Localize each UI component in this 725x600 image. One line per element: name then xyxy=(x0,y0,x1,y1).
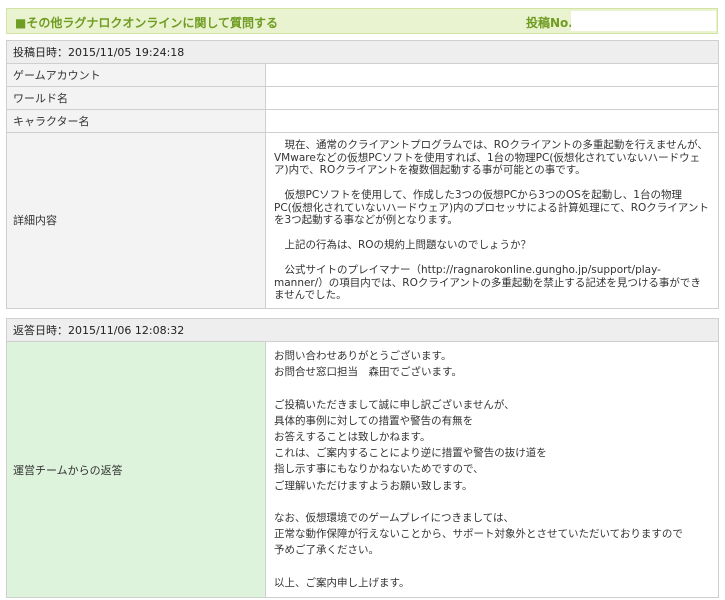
field-value-world xyxy=(265,86,719,110)
reply-date-row: 返答日時：2015/11/06 12:08:32 xyxy=(6,318,719,342)
reply-replied-at: 返答日時：2015/11/06 12:08:32 xyxy=(6,318,719,342)
reply-line: お答えすることは致しかねます。 xyxy=(274,431,431,443)
reply-line: なお、仮想環境でのゲームプレイにつきましては、 xyxy=(274,512,515,524)
detail-content: 現在、通常のクライアントプログラムでは、ROクライアントの多重起動を行えませんが… xyxy=(265,132,719,309)
field-label-account: ゲームアカウント xyxy=(6,63,266,87)
reply-label: 運営チームからの返答 xyxy=(6,341,266,598)
reply-line: ご理解いただけますようお願い致します。 xyxy=(274,479,473,492)
post-number-value xyxy=(571,11,716,31)
field-label-character: キャラクター名 xyxy=(6,109,266,133)
question-posted-at: 投稿日時：2015/11/05 19:24:18 xyxy=(6,40,719,64)
question-table: 投稿日時：2015/11/05 19:24:18 ゲームアカウント ワールド名 … xyxy=(6,40,719,309)
reply-line: 以上、ご案内申し上げます。 xyxy=(274,576,410,589)
post-number-label: 投稿No. xyxy=(526,16,573,30)
reply-line: 正常な動作保障が行えないことから、サポート対象外とさせていただいておりますので xyxy=(274,528,683,541)
reply-line: 指し示す事にもなりかねないためですので、 xyxy=(274,463,484,476)
section-header: ■その他ラグナロクオンラインに関して質問する 投稿No. xyxy=(6,8,718,34)
field-row-character: キャラクター名 xyxy=(6,109,719,133)
reply-row: 運営チームからの返答 お問い合わせありがとうございます。 お問合せ窓口担当 森田… xyxy=(6,341,719,598)
field-value-account xyxy=(265,63,719,87)
detail-paragraph: 公式サイトのプレイマナー（http://ragnarokonline.gungh… xyxy=(274,264,701,301)
reply-line: 予めご了承ください。 xyxy=(274,544,379,557)
field-row-account: ゲームアカウント xyxy=(6,63,719,87)
question-date-row: 投稿日時：2015/11/05 19:24:18 xyxy=(6,40,719,64)
reply-line: ご投稿いただきまして誠に申し訳ございませんが、 xyxy=(274,398,515,411)
section-title: ■その他ラグナロクオンラインに関して質問する xyxy=(15,16,278,30)
detail-row: 詳細内容 現在、通常のクライアントプログラムでは、ROクライアントの多重起動を行… xyxy=(6,132,719,309)
field-value-character xyxy=(265,109,719,133)
reply-line: これは、ご案内することにより逆に措置や警告の抜け道を xyxy=(274,447,547,460)
reply-line: お問い合わせありがとうございます。 xyxy=(274,350,452,362)
detail-label: 詳細内容 xyxy=(6,132,266,309)
detail-paragraph: 上記の行為は、ROの規約上問題ないのでしょうか？ xyxy=(274,239,532,251)
reply-line: 具体的事例に対しての措置や警告の有無を xyxy=(274,414,474,427)
reply-content: お問い合わせありがとうございます。 お問合せ窓口担当 森田でございます。 ご投稿… xyxy=(265,341,719,598)
reply-table: 返答日時：2015/11/06 12:08:32 運営チームからの返答 お問い合… xyxy=(6,318,719,598)
detail-paragraph: 仮想PCソフトを使用して、作成した3つの仮想PCから3つのOSを起動し、1台の物… xyxy=(274,189,709,226)
field-label-world: ワールド名 xyxy=(6,86,266,110)
field-row-world: ワールド名 xyxy=(6,86,719,110)
reply-line: お問合せ窓口担当 森田でございます。 xyxy=(274,366,462,379)
detail-paragraph: 現在、通常のクライアントプログラムでは、ROクライアントの多重起動を行えませんが… xyxy=(274,139,708,176)
